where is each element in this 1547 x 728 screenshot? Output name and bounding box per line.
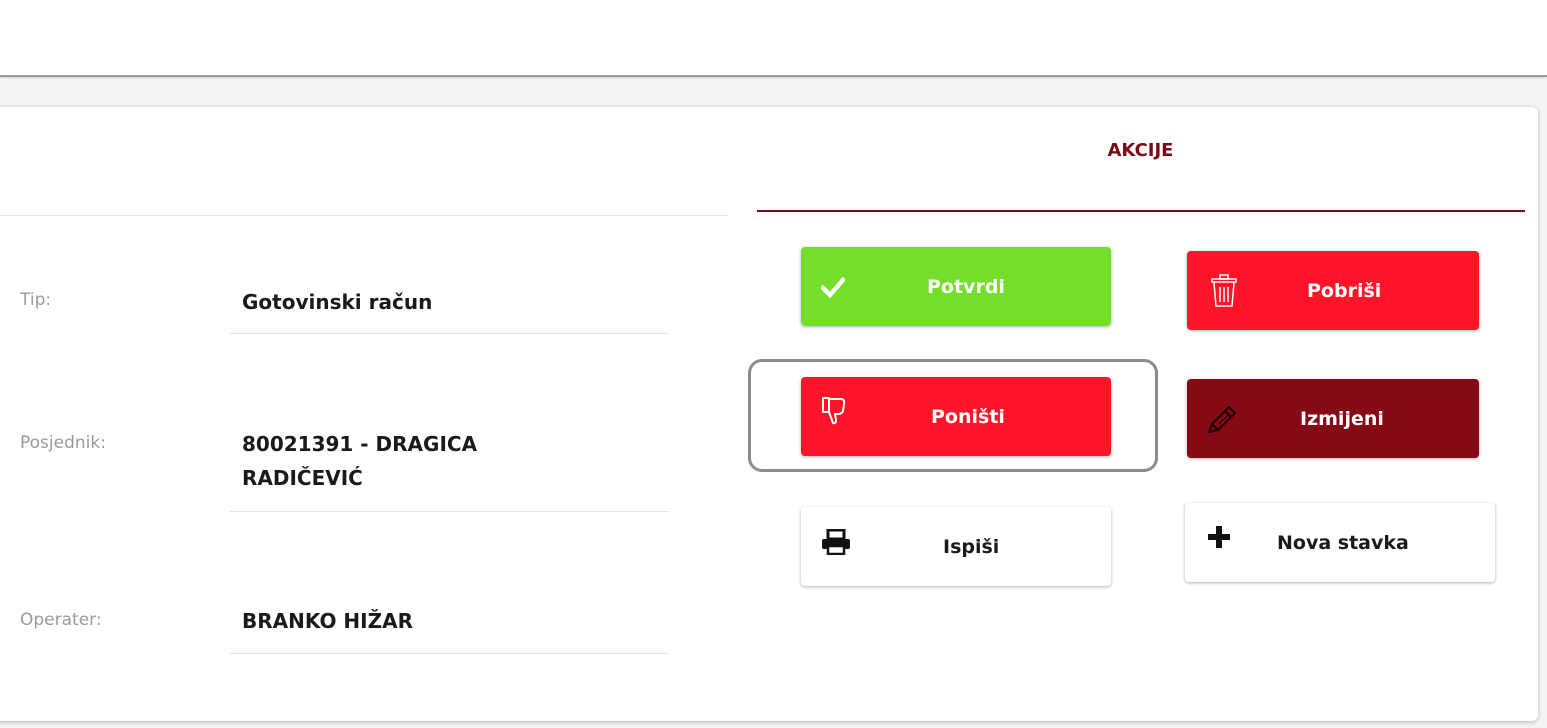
check-icon: [821, 247, 845, 326]
owner-label: Posjednik:: [20, 433, 106, 453]
delete-label: Pobriši: [1307, 279, 1382, 302]
plus-icon: [1207, 491, 1231, 582]
type-value: Gotovinski račun: [242, 290, 433, 314]
owner-value: 80021391 - DRAGICA RADIČEVIĆ: [242, 432, 478, 490]
section-divider: [0, 215, 728, 216]
edit-label: Izmijeni: [1300, 407, 1384, 430]
operator-label: Operater:: [20, 610, 102, 630]
print-button[interactable]: Ispiši: [801, 507, 1111, 586]
cancel-label: Poništi: [931, 405, 1005, 428]
confirm-button[interactable]: Potvrdi: [801, 247, 1111, 326]
thumbs-down-icon: [821, 365, 847, 456]
cancel-button[interactable]: Poništi: [801, 377, 1111, 456]
actions-title: AKCIJE: [1107, 140, 1174, 161]
owner-underline: [230, 511, 669, 512]
print-label: Ispiši: [943, 535, 1000, 558]
type-underline: [230, 333, 669, 334]
operator-underline: [230, 653, 669, 654]
new-item-button[interactable]: Nova stavka: [1185, 503, 1495, 582]
type-label: Tip:: [20, 290, 52, 310]
printer-icon: [821, 497, 851, 586]
edit-button[interactable]: Izmijeni: [1187, 379, 1479, 458]
operator-value: BRANKO HIŽAR: [242, 609, 413, 633]
top-bar: [0, 0, 1547, 77]
new-item-label: Nova stavka: [1277, 531, 1409, 554]
pencil-icon: [1205, 379, 1239, 458]
actions-rule: [757, 210, 1525, 212]
trash-icon: [1211, 251, 1237, 330]
delete-button[interactable]: Pobriši: [1187, 251, 1479, 330]
confirm-label: Potvrdi: [927, 275, 1005, 298]
